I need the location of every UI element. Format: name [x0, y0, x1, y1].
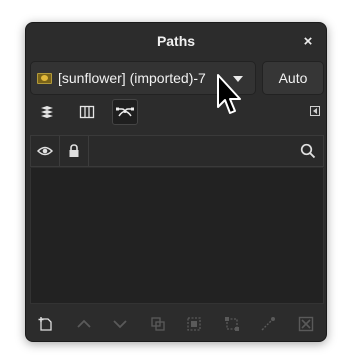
channels-tab[interactable] — [74, 99, 100, 125]
selection-to-path-icon — [225, 317, 239, 331]
channels-icon — [79, 105, 95, 119]
duplicate-icon — [151, 317, 165, 331]
paths-list-header — [30, 135, 324, 167]
paint-along-path-icon — [261, 317, 275, 331]
close-icon: × — [303, 32, 313, 50]
image-thumbnail-icon — [37, 72, 52, 84]
title-bar[interactable]: Paths × — [26, 23, 326, 59]
chevron-up-icon — [77, 319, 91, 328]
image-selector-row: [sunflower] (imported)-7 Auto — [30, 61, 324, 95]
new-path-icon — [38, 317, 52, 331]
path-to-selection-icon — [187, 317, 201, 331]
mouse-pointer-icon — [217, 74, 241, 114]
search-icon — [300, 143, 316, 159]
raise-path-button[interactable] — [74, 314, 94, 334]
dock-tabs — [30, 97, 324, 127]
dialog-title: Paths — [156, 33, 196, 49]
delete-icon — [298, 316, 314, 332]
paths-dialog: Paths × [sunflower] (imported)-7 Auto — [25, 22, 327, 342]
visibility-column[interactable] — [31, 136, 60, 166]
selection-to-path-button[interactable] — [222, 314, 242, 334]
layers-icon — [41, 106, 53, 118]
auto-button[interactable]: Auto — [262, 61, 324, 95]
lower-path-button[interactable] — [110, 314, 130, 334]
lock-icon — [69, 144, 79, 157]
chevron-down-icon — [113, 320, 127, 329]
layers-tab[interactable] — [34, 99, 60, 125]
duplicate-path-button[interactable] — [148, 314, 168, 334]
paint-along-path-button[interactable] — [258, 314, 278, 334]
close-button[interactable]: × — [298, 31, 318, 51]
tab-menu-button[interactable] — [310, 106, 320, 116]
bottom-toolbar — [26, 307, 326, 341]
image-name: [sunflower] (imported)-7 — [58, 70, 206, 86]
new-path-button[interactable] — [36, 314, 56, 334]
paths-list[interactable] — [30, 168, 324, 304]
paths-tab[interactable] — [112, 99, 138, 125]
delete-path-button[interactable] — [296, 314, 316, 334]
triangle-left-icon — [313, 108, 317, 114]
path-to-selection-button[interactable] — [184, 314, 204, 334]
search-button[interactable] — [299, 142, 317, 160]
paths-icon — [116, 107, 134, 117]
lock-column[interactable] — [60, 136, 89, 166]
eye-icon — [37, 146, 53, 156]
